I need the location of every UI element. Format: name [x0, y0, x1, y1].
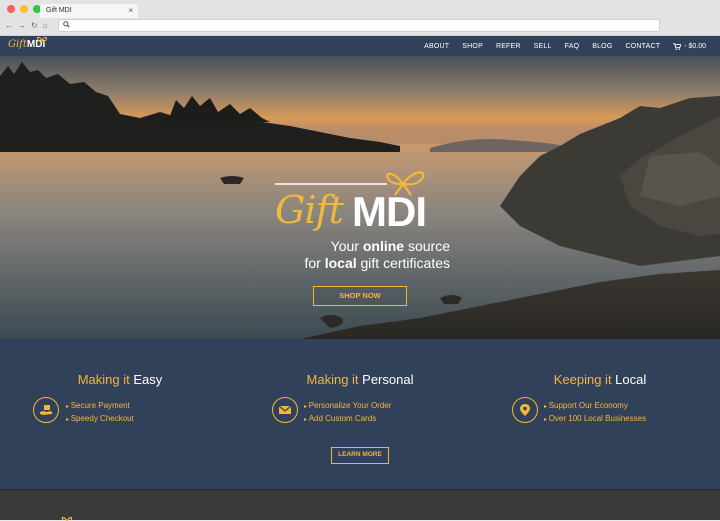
menu-item-refer[interactable]: REFER: [496, 43, 521, 50]
menu-item-shop[interactable]: SHOP: [462, 43, 483, 50]
search-icon: [63, 21, 70, 28]
reload-icon[interactable]: ↻: [31, 21, 38, 31]
cart-total: - $0.00: [684, 42, 706, 50]
shop-now-button[interactable]: SHOP NOW: [313, 286, 407, 306]
tagline-line-1: Your online source: [330, 238, 450, 254]
minimize-window-button[interactable]: [20, 5, 28, 13]
feature-list: Personalize Your Order Add Custom Cards: [304, 400, 392, 426]
address-bar[interactable]: [58, 19, 660, 32]
tab-title: Gift MDI: [46, 7, 72, 14]
hero-logo-gift: Gift: [275, 188, 344, 232]
logo-gift-text: Gift: [8, 39, 27, 50]
hero-tagline: Your online source for local gift certif…: [270, 238, 450, 272]
hero-logo-mdi: MDI: [352, 188, 427, 235]
forward-arrow-icon[interactable]: →: [18, 21, 26, 31]
menu-item-contact[interactable]: CONTACT: [625, 43, 660, 50]
feature-title: Making it Easy: [77, 372, 163, 387]
features-section: Making it Easy Secure Payment Speedy Che…: [0, 339, 720, 489]
list-item: Secure Payment: [66, 400, 134, 413]
tab-close-icon[interactable]: ×: [128, 6, 133, 15]
menu-item-faq[interactable]: FAQ: [565, 43, 580, 50]
feature-title: Keeping it Local: [553, 372, 647, 387]
list-item: Over 100 Local Businesses: [544, 413, 646, 426]
feature-list: Secure Payment Speedy Checkout: [66, 400, 134, 426]
cart-icon: [673, 42, 682, 50]
feature-list: Support Our Economy Over 100 Local Busin…: [544, 400, 646, 426]
envelope-card-icon: [272, 397, 298, 423]
bow-icon: [61, 516, 73, 521]
browser-tab[interactable]: Gift MDI ×: [40, 4, 138, 18]
hero-banner: Gift MDI Your online source for local gi…: [0, 56, 720, 339]
menu-item-about[interactable]: ABOUT: [424, 43, 449, 50]
hero-logo: Gift MDI: [275, 166, 450, 236]
footer: [0, 489, 720, 521]
home-icon[interactable]: ⌂: [43, 21, 48, 31]
hand-gift-icon: [33, 397, 59, 423]
list-item: Personalize Your Order: [304, 400, 392, 413]
list-item: Speedy Checkout: [66, 413, 134, 426]
tagline-line-2: for local gift certificates: [304, 255, 450, 271]
window-controls: [7, 5, 41, 13]
site-header: Gift MDI ABOUT SHOP REFER SELL FAQ BLOG …: [0, 36, 720, 56]
list-item: Support Our Economy: [544, 400, 646, 413]
feature-title: Making it Personal: [306, 372, 414, 387]
nav-buttons: ← → ↻ ⌂: [5, 21, 48, 31]
bow-icon: [36, 36, 48, 43]
site-logo[interactable]: Gift MDI: [8, 36, 48, 53]
list-item: Add Custom Cards: [304, 413, 391, 426]
back-arrow-icon[interactable]: ←: [5, 21, 13, 31]
cart-link[interactable]: - $0.00: [673, 43, 706, 50]
menu-item-blog[interactable]: BLOG: [592, 43, 612, 50]
close-window-button[interactable]: [7, 5, 15, 13]
main-menu: ABOUT SHOP REFER SELL FAQ BLOG CONTACT -…: [424, 36, 706, 56]
browser-chrome: Gift MDI × ← → ↻ ⌂: [0, 0, 720, 36]
learn-more-button[interactable]: LEARN MORE: [331, 447, 389, 464]
menu-item-sell[interactable]: SELL: [534, 43, 552, 50]
map-pin-icon: [512, 397, 538, 423]
